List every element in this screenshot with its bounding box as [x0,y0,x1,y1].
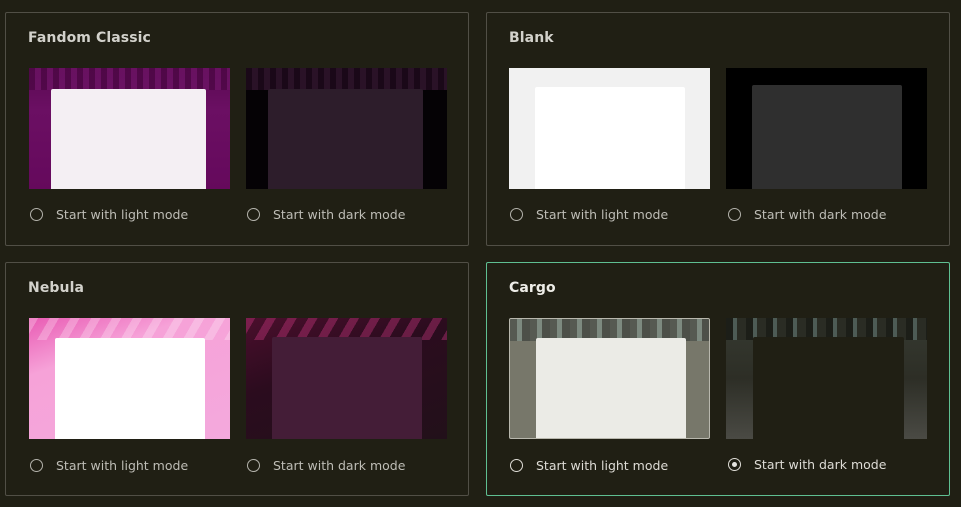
option-label: Start with dark mode [273,206,406,222]
preview-header-pattern [29,318,230,340]
preview-page [535,87,685,189]
dark-mode-option[interactable]: Start with dark mode [247,205,405,223]
radio-button[interactable] [510,207,523,221]
dark-mode-preview[interactable] [726,68,927,189]
dark-mode-preview[interactable] [726,318,927,439]
option-label: Start with dark mode [754,206,887,222]
radio-button-selected[interactable] [728,457,741,471]
preview-header-pattern [29,68,230,90]
radio-button[interactable] [728,207,741,221]
theme-card-blank[interactable]: Blank Start with light mode Start with d… [486,12,950,246]
radio-button[interactable] [510,458,523,472]
theme-title: Nebula [28,280,85,296]
theme-card-cargo[interactable]: Cargo Start with light mode Start with d… [486,262,950,496]
theme-title: Cargo [509,280,556,296]
dark-mode-preview[interactable] [246,68,447,189]
theme-card-nebula[interactable]: Nebula Start with light mode Start with … [5,262,469,496]
theme-card-fandom-classic[interactable]: Fandom Classic Start with light mode Sta… [5,12,469,246]
preview-page [752,85,902,189]
preview-page [753,337,904,439]
radio-button[interactable] [30,207,43,221]
preview-page [55,338,205,439]
radio-button[interactable] [247,458,260,472]
preview-header-pattern [246,68,447,90]
theme-title: Blank [509,30,554,46]
theme-title: Fandom Classic [28,30,151,46]
option-label: Start with light mode [56,206,189,222]
option-label: Start with light mode [536,457,669,473]
light-mode-preview[interactable] [509,68,710,189]
option-label: Start with light mode [56,457,189,473]
option-label: Start with light mode [536,206,669,222]
preview-page [272,337,422,439]
light-mode-preview[interactable] [29,68,230,189]
dark-mode-option[interactable]: Start with dark mode [728,205,886,223]
option-label: Start with dark mode [754,456,887,472]
dark-mode-option[interactable]: Start with dark mode [728,455,886,473]
light-mode-option[interactable]: Start with light mode [510,205,668,223]
preview-page [536,338,686,438]
option-label: Start with dark mode [273,457,406,473]
light-mode-preview[interactable] [509,318,710,439]
preview-page [51,89,206,189]
dark-mode-option[interactable]: Start with dark mode [247,456,405,474]
preview-page [268,89,423,189]
dark-mode-preview[interactable] [246,318,447,439]
light-mode-option[interactable]: Start with light mode [30,456,188,474]
light-mode-option[interactable]: Start with light mode [510,456,668,474]
light-mode-option[interactable]: Start with light mode [30,205,188,223]
radio-button[interactable] [30,458,43,472]
light-mode-preview[interactable] [29,318,230,439]
radio-button[interactable] [247,207,260,221]
